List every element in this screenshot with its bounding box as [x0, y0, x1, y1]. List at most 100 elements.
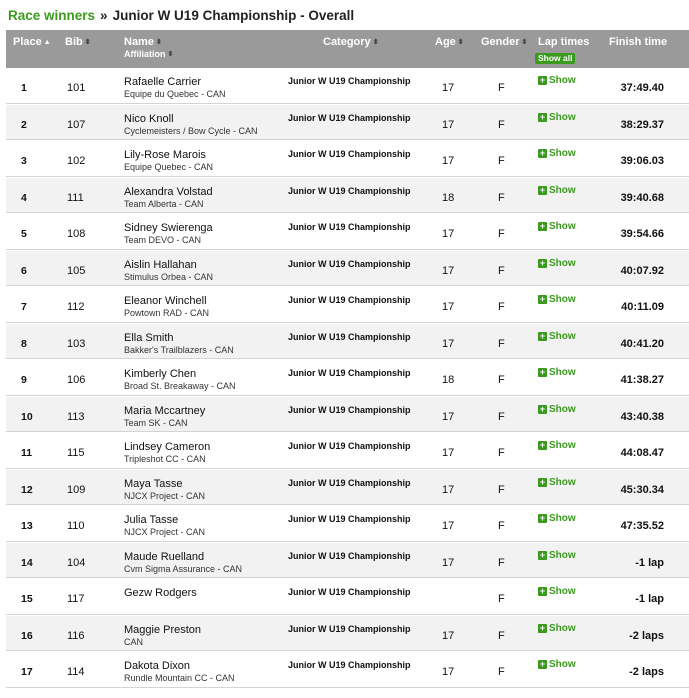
age-cell: 17: [442, 410, 455, 423]
column-header-age[interactable]: Age ⬍: [435, 36, 464, 48]
lap-times-show-button[interactable]: + Show: [538, 112, 576, 123]
finish-time-cell: -2 laps: [629, 666, 664, 678]
lap-times-show-button[interactable]: + Show: [538, 477, 576, 488]
age-cell: 17: [442, 447, 455, 459]
place-cell: 4: [21, 191, 27, 204]
bib-cell: 112: [67, 301, 85, 313]
rider-affiliation: Cyclemeisters / Bow Cycle - CAN: [124, 125, 258, 136]
category-cell: Junior W U19 Championship: [288, 550, 411, 561]
lap-times-show-button[interactable]: + Show: [538, 513, 576, 524]
category-cell: Junior W U19 Championship: [288, 331, 411, 342]
lap-times-show-label: Show: [549, 513, 576, 524]
column-header-affiliation-label: Affiliation: [124, 49, 166, 59]
category-cell: Junior W U19 Championship: [288, 185, 411, 196]
bib-cell: 107: [67, 118, 86, 131]
age-cell: 17: [442, 82, 455, 94]
lap-times-show-button[interactable]: + Show: [538, 221, 576, 232]
lap-times-show-button[interactable]: + Show: [538, 440, 576, 451]
column-header-age-label: Age: [435, 36, 456, 48]
rider-affiliation: Tripleshot CC - CAN: [124, 454, 206, 464]
age-cell: 17: [442, 118, 455, 131]
gender-cell: F: [498, 410, 505, 423]
gender-cell: F: [498, 301, 505, 313]
bib-cell: 102: [67, 155, 86, 167]
rider-affiliation: Powtown RAD - CAN: [124, 308, 210, 318]
column-header-category[interactable]: Category ⬍: [323, 36, 379, 48]
rider-name: Rafaelle Carrier: [124, 76, 202, 88]
lap-times-show-button[interactable]: + Show: [538, 294, 576, 305]
lap-times-show-button[interactable]: + Show: [538, 623, 576, 634]
category-cell: Junior W U19 Championship: [288, 514, 411, 524]
lap-times-show-button[interactable]: + Show: [538, 75, 576, 86]
rider-name: Ella Smith: [124, 331, 174, 344]
column-header-bib[interactable]: Bib ⬍: [65, 36, 91, 48]
lap-times-show-label: Show: [549, 148, 576, 159]
lap-times-show-button[interactable]: + Show: [538, 659, 576, 670]
column-header-affiliation[interactable]: Affiliation ⬍: [124, 49, 173, 59]
rider-name: Nico Knoll: [124, 112, 174, 125]
column-header-name[interactable]: Name ⬍ Affiliation ⬍: [124, 36, 173, 59]
lap-times-show-button[interactable]: + Show: [538, 367, 576, 378]
age-cell: 17: [442, 520, 455, 532]
category-cell: Junior W U19 Championship: [288, 295, 411, 305]
sort-icon: ⬍: [84, 39, 91, 46]
table-row: 7 112 Eleanor Winchell Powtown RAD - CAN Jun…: [6, 287, 689, 323]
finish-time-cell: 40:07.92: [620, 264, 664, 277]
lap-times-show-label: Show: [549, 257, 576, 269]
table-row: 11 115 Lindsey Cameron Tripleshot CC - CAN J…: [6, 433, 689, 469]
table-header: Place ▲ Bib ⬍ Name ⬍ Affiliation ⬍ Category ⬍…: [6, 30, 689, 68]
show-all-button[interactable]: Show all: [535, 53, 576, 64]
lap-times-show-button[interactable]: + Show: [538, 404, 576, 415]
age-cell: 18: [442, 374, 455, 386]
age-cell: 17: [442, 228, 455, 240]
lap-times-show-label: Show: [549, 330, 576, 342]
column-header-place-label: Place: [13, 36, 42, 48]
rider-affiliation: Cvm Sigma Assurance - CAN: [124, 563, 243, 574]
age-cell: 17: [442, 483, 455, 496]
column-header-category-label: Category: [323, 36, 371, 48]
bib-cell: 117: [67, 593, 85, 605]
rider-name: Maria Mccartney: [124, 404, 206, 417]
place-cell: 11: [21, 447, 33, 459]
lap-times-show-button[interactable]: + Show: [538, 550, 576, 561]
lap-times-show-button[interactable]: + Show: [538, 185, 576, 196]
category-cell: Junior W U19 Championship: [288, 477, 411, 488]
lap-times-show-button[interactable]: + Show: [538, 148, 576, 159]
category-cell: Junior W U19 Championship: [288, 258, 411, 269]
bib-cell: 113: [67, 410, 85, 423]
column-header-finish-time[interactable]: Finish time: [609, 36, 667, 48]
age-cell: 17: [442, 629, 455, 642]
table-row: 17 114 Dakota Dixon Rundle Mountain CC - CA…: [6, 652, 689, 688]
table-row: 5 108 Sidney Swierenga Team DEVO - CAN Junio…: [6, 214, 689, 250]
lap-times-show-button[interactable]: + Show: [538, 331, 576, 342]
race-winners-link[interactable]: Race winners: [8, 8, 95, 23]
finish-time-cell: 39:40.68: [620, 191, 664, 204]
table-row: 14 104 Maude Ruelland Cvm Sigma Assurance -…: [6, 542, 689, 578]
rider-name: Dakota Dixon: [124, 660, 191, 672]
place-cell: 3: [21, 155, 27, 167]
rider-name: Alexandra Volstad: [124, 185, 213, 198]
place-cell: 6: [21, 264, 27, 277]
rider-name: Sidney Swierenga: [124, 222, 213, 234]
place-cell: 7: [21, 301, 27, 313]
plus-icon: +: [538, 221, 547, 231]
place-cell: 13: [21, 520, 33, 532]
plus-icon: +: [538, 111, 547, 122]
sort-icon: ⬍: [155, 39, 162, 46]
place-cell: 5: [21, 228, 27, 240]
sort-asc-icon: ▲: [43, 39, 51, 46]
gender-cell: F: [498, 118, 505, 131]
place-cell: 1: [21, 82, 27, 94]
rider-name: Maude Ruelland: [124, 550, 205, 563]
lap-times-show-label: Show: [549, 549, 576, 561]
lap-times-show-button[interactable]: + Show: [538, 258, 576, 269]
column-header-gender[interactable]: Gender ⬍: [481, 36, 527, 48]
gender-cell: F: [498, 82, 505, 94]
gender-cell: F: [498, 374, 505, 386]
column-header-place[interactable]: Place ▲: [13, 36, 51, 48]
lap-times-show-button[interactable]: + Show: [538, 586, 576, 597]
rider-affiliation: Equipe Quebec - CAN: [124, 162, 214, 172]
finish-time-cell: 39:54.66: [620, 228, 664, 240]
bib-cell: 114: [67, 666, 85, 678]
plus-icon: +: [538, 148, 547, 158]
